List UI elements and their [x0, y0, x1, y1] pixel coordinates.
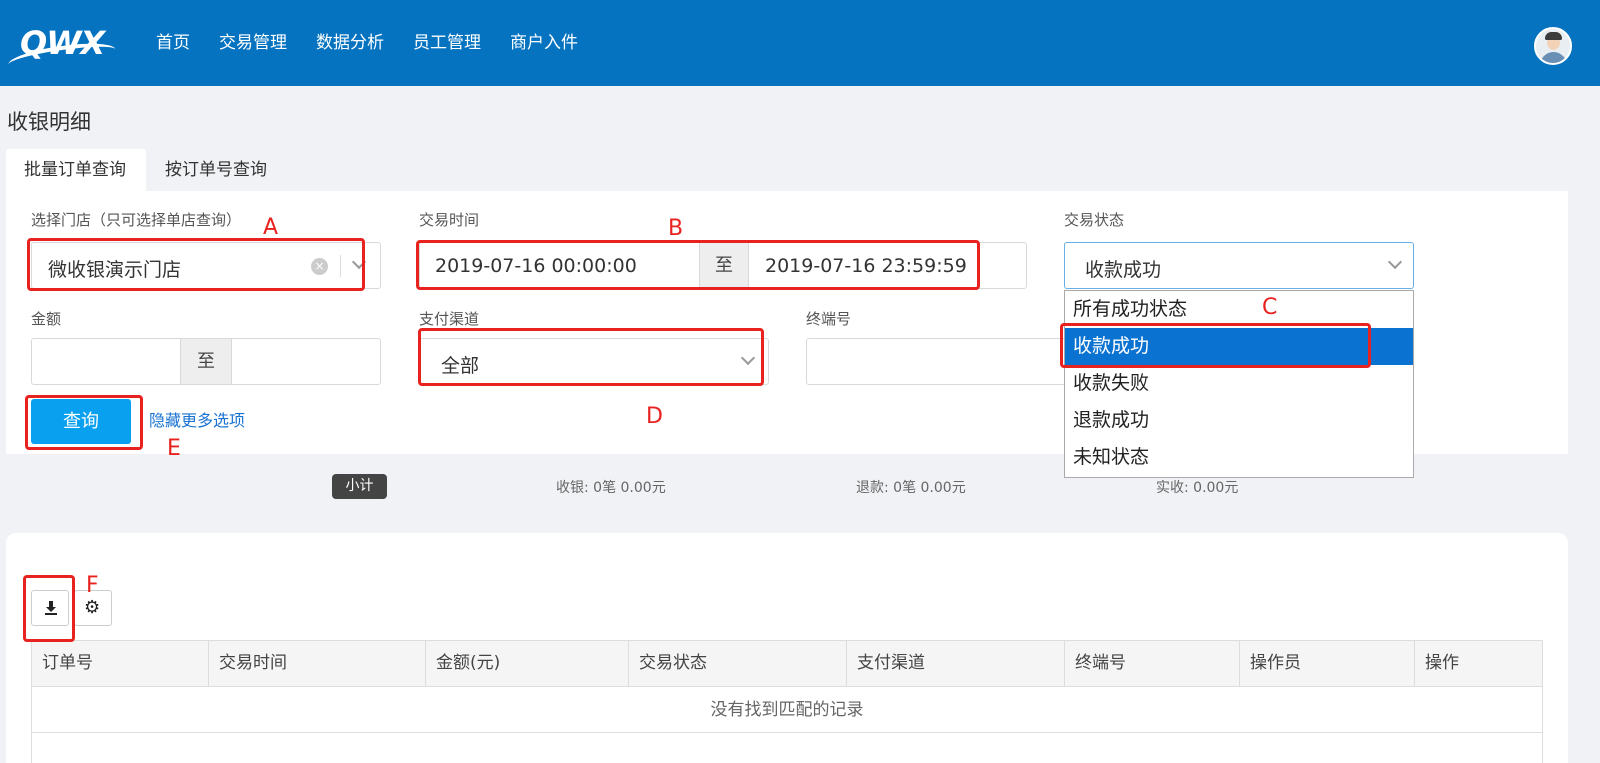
status-option-unknown[interactable]: 未知状态 [1065, 439, 1413, 476]
chevron-down-icon [1387, 254, 1403, 270]
nav-data-analysis[interactable]: 数据分析 [316, 32, 384, 54]
nav-trade-management[interactable]: 交易管理 [219, 32, 287, 54]
col-trade-status[interactable]: 交易状态 [628, 641, 846, 686]
hide-more-options-link[interactable]: 隐藏更多选项 [149, 407, 245, 431]
top-navbar: QWX 首页 交易管理 数据分析 员工管理 商户入件 [0, 0, 1600, 86]
trade-status-label: 交易状态 [1064, 211, 1125, 229]
status-option-collect-failed[interactable]: 收款失败 [1065, 365, 1413, 402]
gear-icon: ⚙ [84, 597, 101, 618]
col-amount[interactable]: 金额(元) [425, 641, 628, 686]
nav-merchant-onboarding[interactable]: 商户入件 [510, 32, 578, 54]
annotation-box-b [416, 240, 980, 290]
trade-status-value: 收款成功 [1085, 259, 1162, 281]
status-option-refund-success[interactable]: 退款成功 [1065, 402, 1413, 439]
col-pay-channel[interactable]: 支付渠道 [846, 641, 1064, 686]
empty-table-message: 没有找到匹配的记录 [31, 687, 1543, 733]
trade-time-label: 交易时间 [419, 211, 480, 229]
annotation-box-e [25, 395, 143, 450]
annotation-box-d [418, 328, 764, 386]
pay-channel-label: 支付渠道 [419, 310, 480, 328]
annotation-box-c [1060, 323, 1371, 368]
tab-batch-order-query[interactable]: 批量订单查询 [6, 149, 146, 191]
avatar-hair [1545, 32, 1562, 40]
annotation-box-f [23, 575, 75, 642]
summary-refund: 退款: 0笔 0.00元 [856, 480, 966, 496]
main-nav: 首页 交易管理 数据分析 员工管理 商户入件 [156, 32, 607, 54]
nav-staff-management[interactable]: 员工管理 [413, 32, 481, 54]
col-order-no[interactable]: 订单号 [32, 641, 208, 686]
trade-status-dropdown: 所有成功状态 收款成功 收款失败 退款成功 未知状态 [1064, 290, 1414, 478]
annotation-label-b: B [668, 216, 684, 241]
avatar-body [1540, 52, 1567, 63]
user-avatar[interactable] [1534, 27, 1572, 65]
amount-label: 金额 [31, 310, 62, 328]
qwx-logo[interactable]: QWX [6, 24, 118, 76]
annotation-label-f: F [86, 573, 99, 598]
col-action[interactable]: 操作 [1414, 641, 1542, 686]
annotation-label-d: D [646, 404, 663, 429]
page-title: 收银明细 [7, 110, 91, 134]
annotation-label-a: A [263, 215, 279, 240]
tab-order-number-query[interactable]: 按订单号查询 [147, 149, 285, 191]
table-header: 订单号 交易时间 金额(元) 交易状态 支付渠道 终端号 操作员 操作 [31, 640, 1543, 687]
annotation-label-c: C [1262, 295, 1278, 320]
col-terminal[interactable]: 终端号 [1064, 641, 1239, 686]
terminal-label: 终端号 [806, 310, 852, 328]
amount-separator: 至 [180, 339, 232, 384]
annotation-box-a [27, 238, 365, 291]
summary-collect: 收银: 0笔 0.00元 [556, 480, 666, 496]
col-operator[interactable]: 操作员 [1239, 641, 1414, 686]
amount-range: 至 [31, 338, 381, 385]
table-body-blank [31, 733, 1543, 763]
store-label: 选择门店（只可选择单店查询） [31, 211, 242, 229]
subtotal-badge: 小计 [332, 474, 387, 499]
summary-net: 实收: 0.00元 [1156, 480, 1239, 496]
annotation-label-e: E [167, 436, 181, 461]
col-trade-time[interactable]: 交易时间 [208, 641, 425, 686]
trade-status-select[interactable]: 收款成功 [1064, 242, 1414, 289]
nav-home[interactable]: 首页 [156, 32, 190, 54]
